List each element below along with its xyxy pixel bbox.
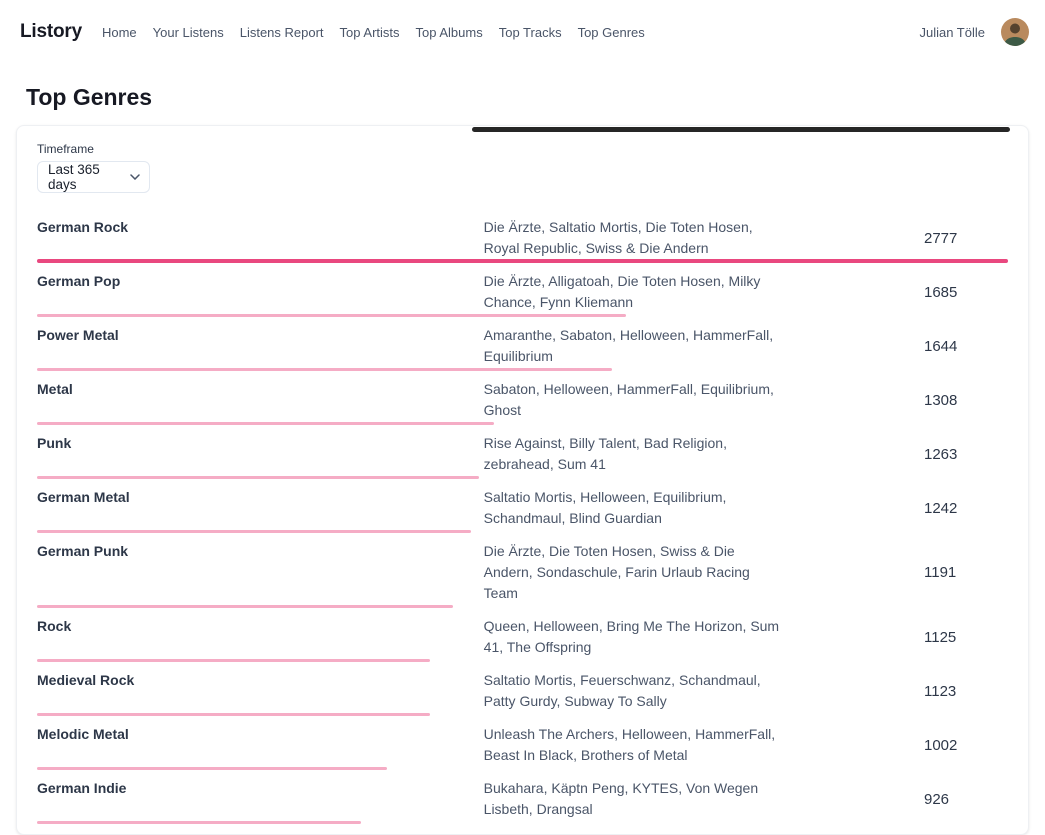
top-nav: Listory Home Your Listens Listens Report To…	[0, 0, 1045, 64]
top-genres-card: Timeframe Last 365 days German RockDie Ä…	[16, 125, 1029, 835]
timeframe-value: Last 365 days	[48, 162, 124, 192]
genre-top-artists: Bukahara, Käptn Peng, KYTES, Von Wegen L…	[484, 778, 785, 820]
nav-item-top-albums[interactable]: Top Albums	[416, 25, 483, 40]
genre-listen-count: 1191	[924, 564, 1008, 581]
genre-name: German Metal	[37, 487, 484, 529]
page-title: Top Genres	[26, 84, 1019, 111]
genre-row: German PopDie Ärzte, Alligatoah, Die Tot…	[37, 263, 1008, 317]
genre-name: German Rock	[37, 217, 484, 259]
avatar-photo	[1001, 18, 1029, 46]
genre-top-artists: Saltatio Mortis, Feuerschwanz, Schandmau…	[484, 670, 785, 712]
genre-row: German RockDie Ärzte, Saltatio Mortis, D…	[37, 209, 1008, 263]
horizontal-scrollbar-thumb[interactable]	[472, 127, 1010, 132]
genre-row: Power MetalAmaranthe, Sabaton, Helloween…	[37, 317, 1008, 371]
genre-table: German RockDie Ärzte, Saltatio Mortis, D…	[37, 209, 1008, 824]
genre-name: German Punk	[37, 541, 484, 604]
genre-top-artists: Amaranthe, Sabaton, Helloween, HammerFal…	[484, 325, 785, 367]
nav-item-home[interactable]: Home	[102, 25, 137, 40]
genre-row: PunkRise Against, Billy Talent, Bad Reli…	[37, 425, 1008, 479]
genre-top-artists: Unleash The Archers, Helloween, HammerFa…	[484, 724, 785, 766]
genre-listen-count: 1263	[924, 446, 1008, 463]
user-name[interactable]: Julian Tölle	[919, 25, 985, 40]
genre-listen-count: 1123	[924, 683, 1008, 700]
nav-item-top-artists[interactable]: Top Artists	[340, 25, 400, 40]
genre-listen-count: 1002	[924, 737, 1008, 754]
genre-top-artists: Die Ärzte, Die Toten Hosen, Swiss & Die …	[484, 541, 785, 604]
timeframe-label: Timeframe	[37, 142, 1008, 156]
genre-value-bar	[37, 821, 361, 824]
genre-top-artists: Rise Against, Billy Talent, Bad Religion…	[484, 433, 785, 475]
timeframe-select[interactable]: Last 365 days	[37, 161, 150, 193]
genre-top-artists: Die Ärzte, Saltatio Mortis, Die Toten Ho…	[484, 217, 785, 259]
nav-links: Home Your Listens Listens Report Top Artist…	[102, 25, 645, 40]
genre-name: Power Metal	[37, 325, 484, 367]
genre-listen-count: 2777	[924, 230, 1008, 247]
genre-row: German PunkDie Ärzte, Die Toten Hosen, S…	[37, 533, 1008, 608]
genre-row: Melodic MetalUnleash The Archers, Hellow…	[37, 716, 1008, 770]
genre-name: German Pop	[37, 271, 484, 313]
genre-row: Medieval RockSaltatio Mortis, Feuerschwa…	[37, 662, 1008, 716]
genre-listen-count: 1125	[924, 629, 1008, 646]
genre-name: German Indie	[37, 778, 484, 820]
genre-top-artists: Queen, Helloween, Bring Me The Horizon, …	[484, 616, 785, 658]
genre-top-artists: Saltatio Mortis, Helloween, Equilibrium,…	[484, 487, 785, 529]
user-avatar[interactable]	[1001, 18, 1029, 46]
genre-listen-count: 1308	[924, 392, 1008, 409]
nav-item-listens-report[interactable]: Listens Report	[240, 25, 324, 40]
genre-row: German IndieBukahara, Käptn Peng, KYTES,…	[37, 770, 1008, 824]
genre-listen-count: 1242	[924, 500, 1008, 517]
genre-name: Melodic Metal	[37, 724, 484, 766]
genre-listen-count: 1644	[924, 338, 1008, 355]
app-logo[interactable]: Listory	[20, 21, 82, 43]
genre-listen-count: 1685	[924, 284, 1008, 301]
nav-item-top-genres[interactable]: Top Genres	[578, 25, 645, 40]
genre-row: German MetalSaltatio Mortis, Helloween, …	[37, 479, 1008, 533]
genre-top-artists: Die Ärzte, Alligatoah, Die Toten Hosen, …	[484, 271, 785, 313]
genre-row: MetalSabaton, Helloween, HammerFall, Equ…	[37, 371, 1008, 425]
genre-name: Metal	[37, 379, 484, 421]
genre-row: RockQueen, Helloween, Bring Me The Horiz…	[37, 608, 1008, 662]
genre-listen-count: 926	[924, 791, 1008, 808]
nav-item-your-listens[interactable]: Your Listens	[153, 25, 224, 40]
genre-name: Rock	[37, 616, 484, 658]
genre-top-artists: Sabaton, Helloween, HammerFall, Equilibr…	[484, 379, 785, 421]
chevron-down-icon	[130, 174, 140, 180]
genre-name: Medieval Rock	[37, 670, 484, 712]
nav-item-top-tracks[interactable]: Top Tracks	[499, 25, 562, 40]
genre-name: Punk	[37, 433, 484, 475]
